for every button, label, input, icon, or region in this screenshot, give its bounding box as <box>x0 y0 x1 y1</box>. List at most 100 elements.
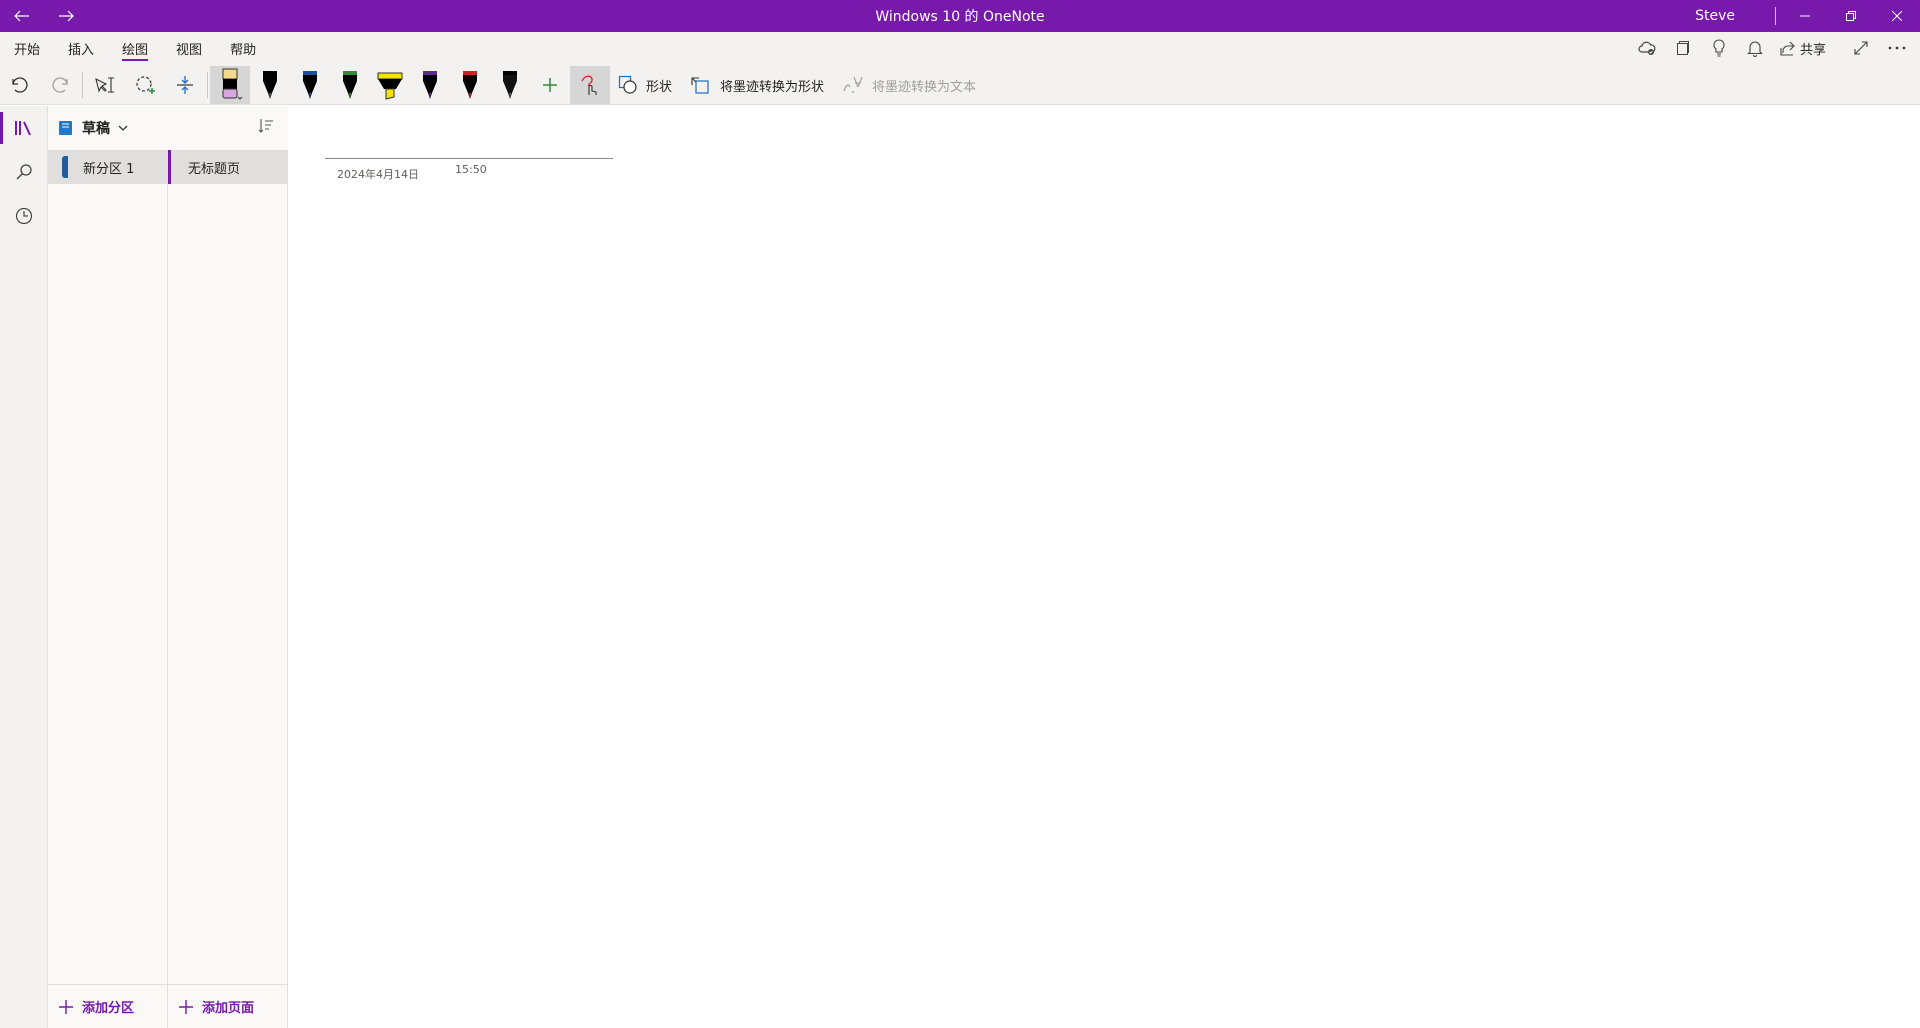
minimize-icon <box>1800 15 1810 17</box>
add-pen-button[interactable] <box>530 66 570 104</box>
share-icon <box>1780 41 1795 56</box>
undo-button[interactable] <box>0 66 40 104</box>
close-button[interactable] <box>1874 0 1920 32</box>
more-options-button[interactable] <box>1882 33 1912 63</box>
tab-help[interactable]: 帮助 <box>216 32 270 64</box>
chevron-down-icon <box>118 125 128 131</box>
ink-to-text-icon <box>843 76 863 94</box>
sort-pages-button[interactable] <box>258 118 274 138</box>
pen-green-tool[interactable] <box>330 66 370 104</box>
section-color-tab <box>62 156 68 178</box>
search-nav-button[interactable] <box>0 150 48 194</box>
pen-black-tool[interactable] <box>250 66 290 104</box>
notebook-icon <box>59 121 72 135</box>
type-select-tool[interactable] <box>85 66 125 104</box>
add-space-icon <box>177 76 193 94</box>
lasso-select-tool[interactable] <box>125 66 165 104</box>
cloud-sync-icon <box>1638 41 1656 55</box>
add-section-button[interactable]: 添加分区 <box>48 984 167 1028</box>
page-title-field[interactable] <box>325 158 613 159</box>
nav-rail <box>0 106 48 1028</box>
highlighter-icon <box>377 72 403 100</box>
user-name[interactable]: Steve <box>1695 0 1775 32</box>
shapes-label: 形状 <box>646 79 673 95</box>
cursor-text-icon <box>95 77 114 93</box>
pencil-black-tool[interactable] <box>490 66 530 104</box>
page-name: 无标题页 <box>188 161 241 177</box>
tab-home[interactable]: 开始 <box>0 32 54 64</box>
ribbon-right-actions: 共享 <box>1632 32 1912 64</box>
clock-icon <box>15 207 33 225</box>
arrow-right-icon <box>59 10 74 22</box>
section-name: 新分区 1 <box>83 161 135 177</box>
notifications-button[interactable] <box>1740 33 1770 63</box>
page-versions-button[interactable] <box>1668 33 1698 63</box>
section-item[interactable]: 新分区 1 <box>48 150 167 184</box>
ink-to-text-button[interactable]: 将墨迹转换为文本 <box>834 66 986 104</box>
minimize-button[interactable] <box>1782 0 1828 32</box>
fullscreen-button[interactable] <box>1846 33 1876 63</box>
ink-to-text-label: 将墨迹转换为文本 <box>872 79 977 95</box>
expand-icon <box>1854 41 1868 55</box>
lasso-icon <box>136 76 155 94</box>
redo-icon <box>52 77 68 93</box>
ink-to-shape-icon <box>691 77 709 94</box>
title-bar: Windows 10 的 OneNote Steve <box>0 0 1920 32</box>
draw-with-touch-toggle[interactable] <box>570 66 610 104</box>
plus-icon <box>59 999 73 1014</box>
undo-icon <box>12 77 28 93</box>
toolbar-divider <box>207 72 208 98</box>
pen-icon <box>303 71 317 99</box>
pages-pane: 无标题页 添加页面 <box>168 150 288 1028</box>
back-button[interactable] <box>0 0 44 32</box>
share-button[interactable]: 共享 <box>1776 33 1830 63</box>
highlighter-yellow-tool[interactable] <box>370 66 410 104</box>
sort-icon <box>258 119 273 133</box>
ink-to-shape-button[interactable]: 将墨迹转换为形状 <box>682 66 834 104</box>
pen-blue-tool[interactable] <box>290 66 330 104</box>
page-date: 2024年4月14日 <box>337 168 419 181</box>
plus-icon <box>179 999 193 1014</box>
page-time: 15:50 <box>455 163 487 176</box>
ribbon: 开始 插入 绘图 视图 帮助 共享 形状 将墨迹转换为形状 将墨迹转换为文本 <box>0 32 1920 105</box>
eraser-icon <box>222 68 243 100</box>
pen-icon <box>263 71 277 99</box>
page-item[interactable]: 无标题页 <box>168 150 287 184</box>
notebooks-nav-button[interactable] <box>0 106 48 150</box>
arrow-left-icon <box>14 10 29 22</box>
tell-me-button[interactable] <box>1704 33 1734 63</box>
tab-insert[interactable]: 插入 <box>54 32 108 64</box>
pen-purple-tool[interactable] <box>410 66 450 104</box>
more-icon <box>1888 46 1906 50</box>
touch-draw-icon <box>581 75 597 95</box>
forward-button[interactable] <box>44 0 88 32</box>
ink-to-shape-label: 将墨迹转换为形状 <box>720 79 825 95</box>
pen-icon <box>463 71 477 99</box>
library-icon <box>15 121 31 136</box>
bell-icon <box>1747 41 1763 57</box>
notebook-picker[interactable]: 草稿 <box>48 106 288 150</box>
window-title: Windows 10 的 OneNote <box>875 9 1045 25</box>
tab-draw[interactable]: 绘图 <box>108 32 162 64</box>
add-page-button[interactable]: 添加页面 <box>168 984 287 1028</box>
eraser-tool[interactable] <box>210 66 250 104</box>
shapes-icon <box>618 75 637 94</box>
add-section-label: 添加分区 <box>82 1001 135 1016</box>
sections-pane: 新分区 1 添加分区 <box>48 150 168 1028</box>
add-page-label: 添加页面 <box>202 1001 255 1016</box>
lightbulb-icon <box>1713 39 1725 57</box>
pen-red-tool[interactable] <box>450 66 490 104</box>
page-canvas[interactable]: 2024年4月14日 15:50 <box>289 106 1920 1028</box>
share-label: 共享 <box>1799 42 1826 58</box>
search-icon <box>16 164 32 180</box>
pen-icon <box>343 71 357 99</box>
redo-button[interactable] <box>40 66 80 104</box>
recent-notes-nav-button[interactable] <box>0 194 48 238</box>
add-space-tool[interactable] <box>165 66 205 104</box>
shapes-button[interactable]: 形状 <box>610 66 682 104</box>
pages-icon <box>1676 41 1689 55</box>
restore-button[interactable] <box>1828 0 1874 32</box>
tab-view[interactable]: 视图 <box>162 32 216 64</box>
sync-status-button[interactable] <box>1632 33 1662 63</box>
pen-icon <box>423 71 437 99</box>
